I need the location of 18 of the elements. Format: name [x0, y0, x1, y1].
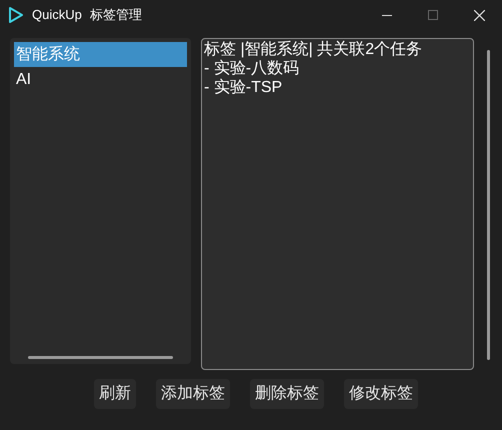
close-icon	[474, 10, 484, 20]
horizontal-scrollbar[interactable]	[28, 356, 173, 359]
tag-list-item[interactable]: 智能系统	[14, 42, 187, 67]
tag-list-item[interactable]: AI	[14, 67, 187, 92]
window-title: 标签管理	[90, 6, 142, 24]
details-line: - 实验-八数码	[204, 59, 300, 78]
details-line: - 实验-TSP	[204, 78, 284, 97]
action-button[interactable]: 添加标签	[156, 379, 230, 409]
vertical-scrollbar[interactable]	[486, 50, 490, 360]
maximize-icon	[428, 10, 438, 20]
action-button[interactable]: 修改标签	[344, 379, 418, 409]
details-textarea[interactable]: 标签 |智能系统| 共关联2个任务 - 实验-八数码 - 实验-TSP	[201, 38, 474, 370]
minimize-icon	[382, 14, 392, 16]
logo-icon	[8, 7, 24, 23]
app-name: QuickUp	[32, 6, 82, 24]
action-button[interactable]: 删除标签	[250, 379, 324, 409]
action-button[interactable]: 刷新	[94, 379, 136, 409]
details-line: 标签 |智能系统| 共关联2个任务	[204, 40, 424, 59]
